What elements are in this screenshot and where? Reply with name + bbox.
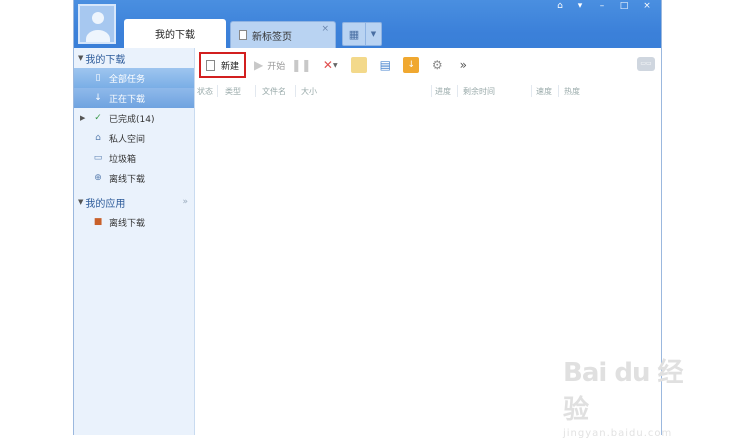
sidebar-item-label: 离线下载 bbox=[109, 218, 146, 229]
close-button[interactable]: × bbox=[639, 1, 655, 13]
chevron-down-icon[interactable]: ▼ bbox=[366, 30, 381, 38]
column-size[interactable]: 大小 bbox=[301, 86, 317, 97]
delete-icon[interactable]: ✕ ▼ bbox=[319, 57, 341, 73]
list-icon[interactable]: ▤ bbox=[377, 57, 393, 73]
folder-icon[interactable] bbox=[351, 57, 368, 73]
section-my-apps[interactable]: ▼ 我的应用 » bbox=[74, 192, 194, 212]
avatar[interactable] bbox=[78, 4, 116, 44]
title-bar: 我的下载 新标签页 × ▦ ▼ ⌂ ▾ – □ × bbox=[74, 0, 661, 48]
skin-icon[interactable]: ⌂ bbox=[552, 1, 568, 13]
play-icon: ▶ bbox=[254, 58, 264, 72]
section-my-downloads[interactable]: ▼ 我的下载 bbox=[74, 48, 194, 68]
new-file-icon bbox=[206, 59, 215, 71]
trash-icon: ▭ bbox=[93, 153, 103, 163]
column-heat[interactable]: 热度 bbox=[564, 86, 580, 97]
section-label: 我的下载 bbox=[85, 54, 126, 66]
sidebar: ▼ 我的下载 ▯ 全部任务 ↓ 正在下载 ▶ ✓ 已完成(14) ⌂ 私人空间 … bbox=[74, 48, 195, 435]
watermark-url: jingyan.baidu.com bbox=[563, 428, 673, 439]
sidebar-item-all-tasks[interactable]: ▯ 全部任务 bbox=[74, 68, 194, 88]
archive-icon[interactable]: ↓ bbox=[403, 57, 420, 73]
tab-grid-button[interactable]: ▦ ▼ bbox=[342, 22, 382, 46]
tab-my-downloads[interactable]: 我的下载 bbox=[124, 19, 226, 48]
column-type[interactable]: 类型 bbox=[225, 86, 241, 97]
collapse-arrow-icon: ▼ bbox=[78, 198, 84, 206]
column-progress[interactable]: 进度 bbox=[435, 86, 451, 97]
sidebar-item-label: 离线下载 bbox=[109, 174, 146, 185]
sidebar-item-private-space[interactable]: ⌂ 私人空间 bbox=[74, 128, 194, 148]
sidebar-item-label: 全部任务 bbox=[109, 74, 146, 85]
grid-icon: ▦ bbox=[343, 23, 366, 45]
page-icon bbox=[239, 30, 247, 40]
tab-new-tab[interactable]: 新标签页 × bbox=[230, 21, 336, 48]
sidebar-item-trash[interactable]: ▭ 垃圾箱 bbox=[74, 148, 194, 168]
new-button-label: 新建 bbox=[221, 61, 240, 72]
lock-icon: ⌂ bbox=[95, 133, 101, 143]
section-label: 我的应用 bbox=[85, 198, 126, 210]
sidebar-item-offline[interactable]: ⊕ 离线下载 bbox=[74, 168, 194, 188]
watermark: Bai du 经验 jingyan.baidu.com bbox=[563, 352, 698, 439]
expand-arrow-icon[interactable]: ▶ bbox=[80, 114, 85, 122]
column-remaining-time[interactable]: 剩余时间 bbox=[463, 86, 495, 97]
check-icon: ✓ bbox=[94, 113, 102, 123]
sidebar-item-app-offline[interactable]: ■ 离线下载 bbox=[74, 212, 194, 232]
sidebar-item-label: 垃圾箱 bbox=[109, 154, 137, 165]
start-button[interactable]: ▶ 开始 bbox=[254, 54, 285, 76]
tab-label: 新标签页 bbox=[252, 31, 292, 43]
start-button-label: 开始 bbox=[267, 61, 286, 72]
sidebar-item-completed[interactable]: ▶ ✓ 已完成(14) bbox=[74, 108, 194, 128]
sidebar-item-downloading[interactable]: ↓ 正在下载 bbox=[74, 88, 194, 108]
mode-toggle-icon[interactable]: ▭▭ bbox=[637, 57, 655, 71]
sidebar-item-label: 私人空间 bbox=[109, 134, 146, 145]
column-header: 状态 类型 文件名 大小 进度 剩余时间 速度 热度 bbox=[195, 84, 661, 98]
pause-icon[interactable]: ❚❚ bbox=[291, 57, 311, 73]
toolbar: 新建 ▶ 开始 ❚❚ ✕ ▼ ▤ ↓ ⚙ » ▭▭ bbox=[195, 52, 661, 78]
sidebar-item-label: 已完成(14) bbox=[109, 114, 155, 125]
new-task-button[interactable]: 新建 bbox=[199, 52, 247, 78]
column-status[interactable]: 状态 bbox=[197, 86, 213, 97]
maximize-button[interactable]: □ bbox=[616, 1, 632, 13]
tab-label: 我的下载 bbox=[155, 30, 195, 41]
close-icon[interactable]: × bbox=[321, 24, 329, 34]
download-arrow-icon: ↓ bbox=[94, 93, 102, 103]
app-offline-icon: ■ bbox=[93, 217, 103, 227]
minimize-button[interactable]: – bbox=[594, 1, 610, 13]
more-icon[interactable]: » bbox=[455, 57, 471, 73]
column-speed[interactable]: 速度 bbox=[536, 86, 552, 97]
column-filename[interactable]: 文件名 bbox=[262, 86, 286, 97]
sidebar-item-label: 正在下载 bbox=[109, 94, 146, 105]
more-icon[interactable]: » bbox=[182, 197, 188, 207]
collapse-arrow-icon: ▼ bbox=[78, 54, 84, 62]
gear-icon[interactable]: ⚙ bbox=[429, 57, 445, 73]
watermark-brand: Bai du 经验 bbox=[563, 358, 684, 425]
menu-icon[interactable]: ▾ bbox=[572, 1, 588, 13]
file-icon: ▯ bbox=[95, 73, 101, 83]
offline-icon: ⊕ bbox=[94, 173, 102, 183]
